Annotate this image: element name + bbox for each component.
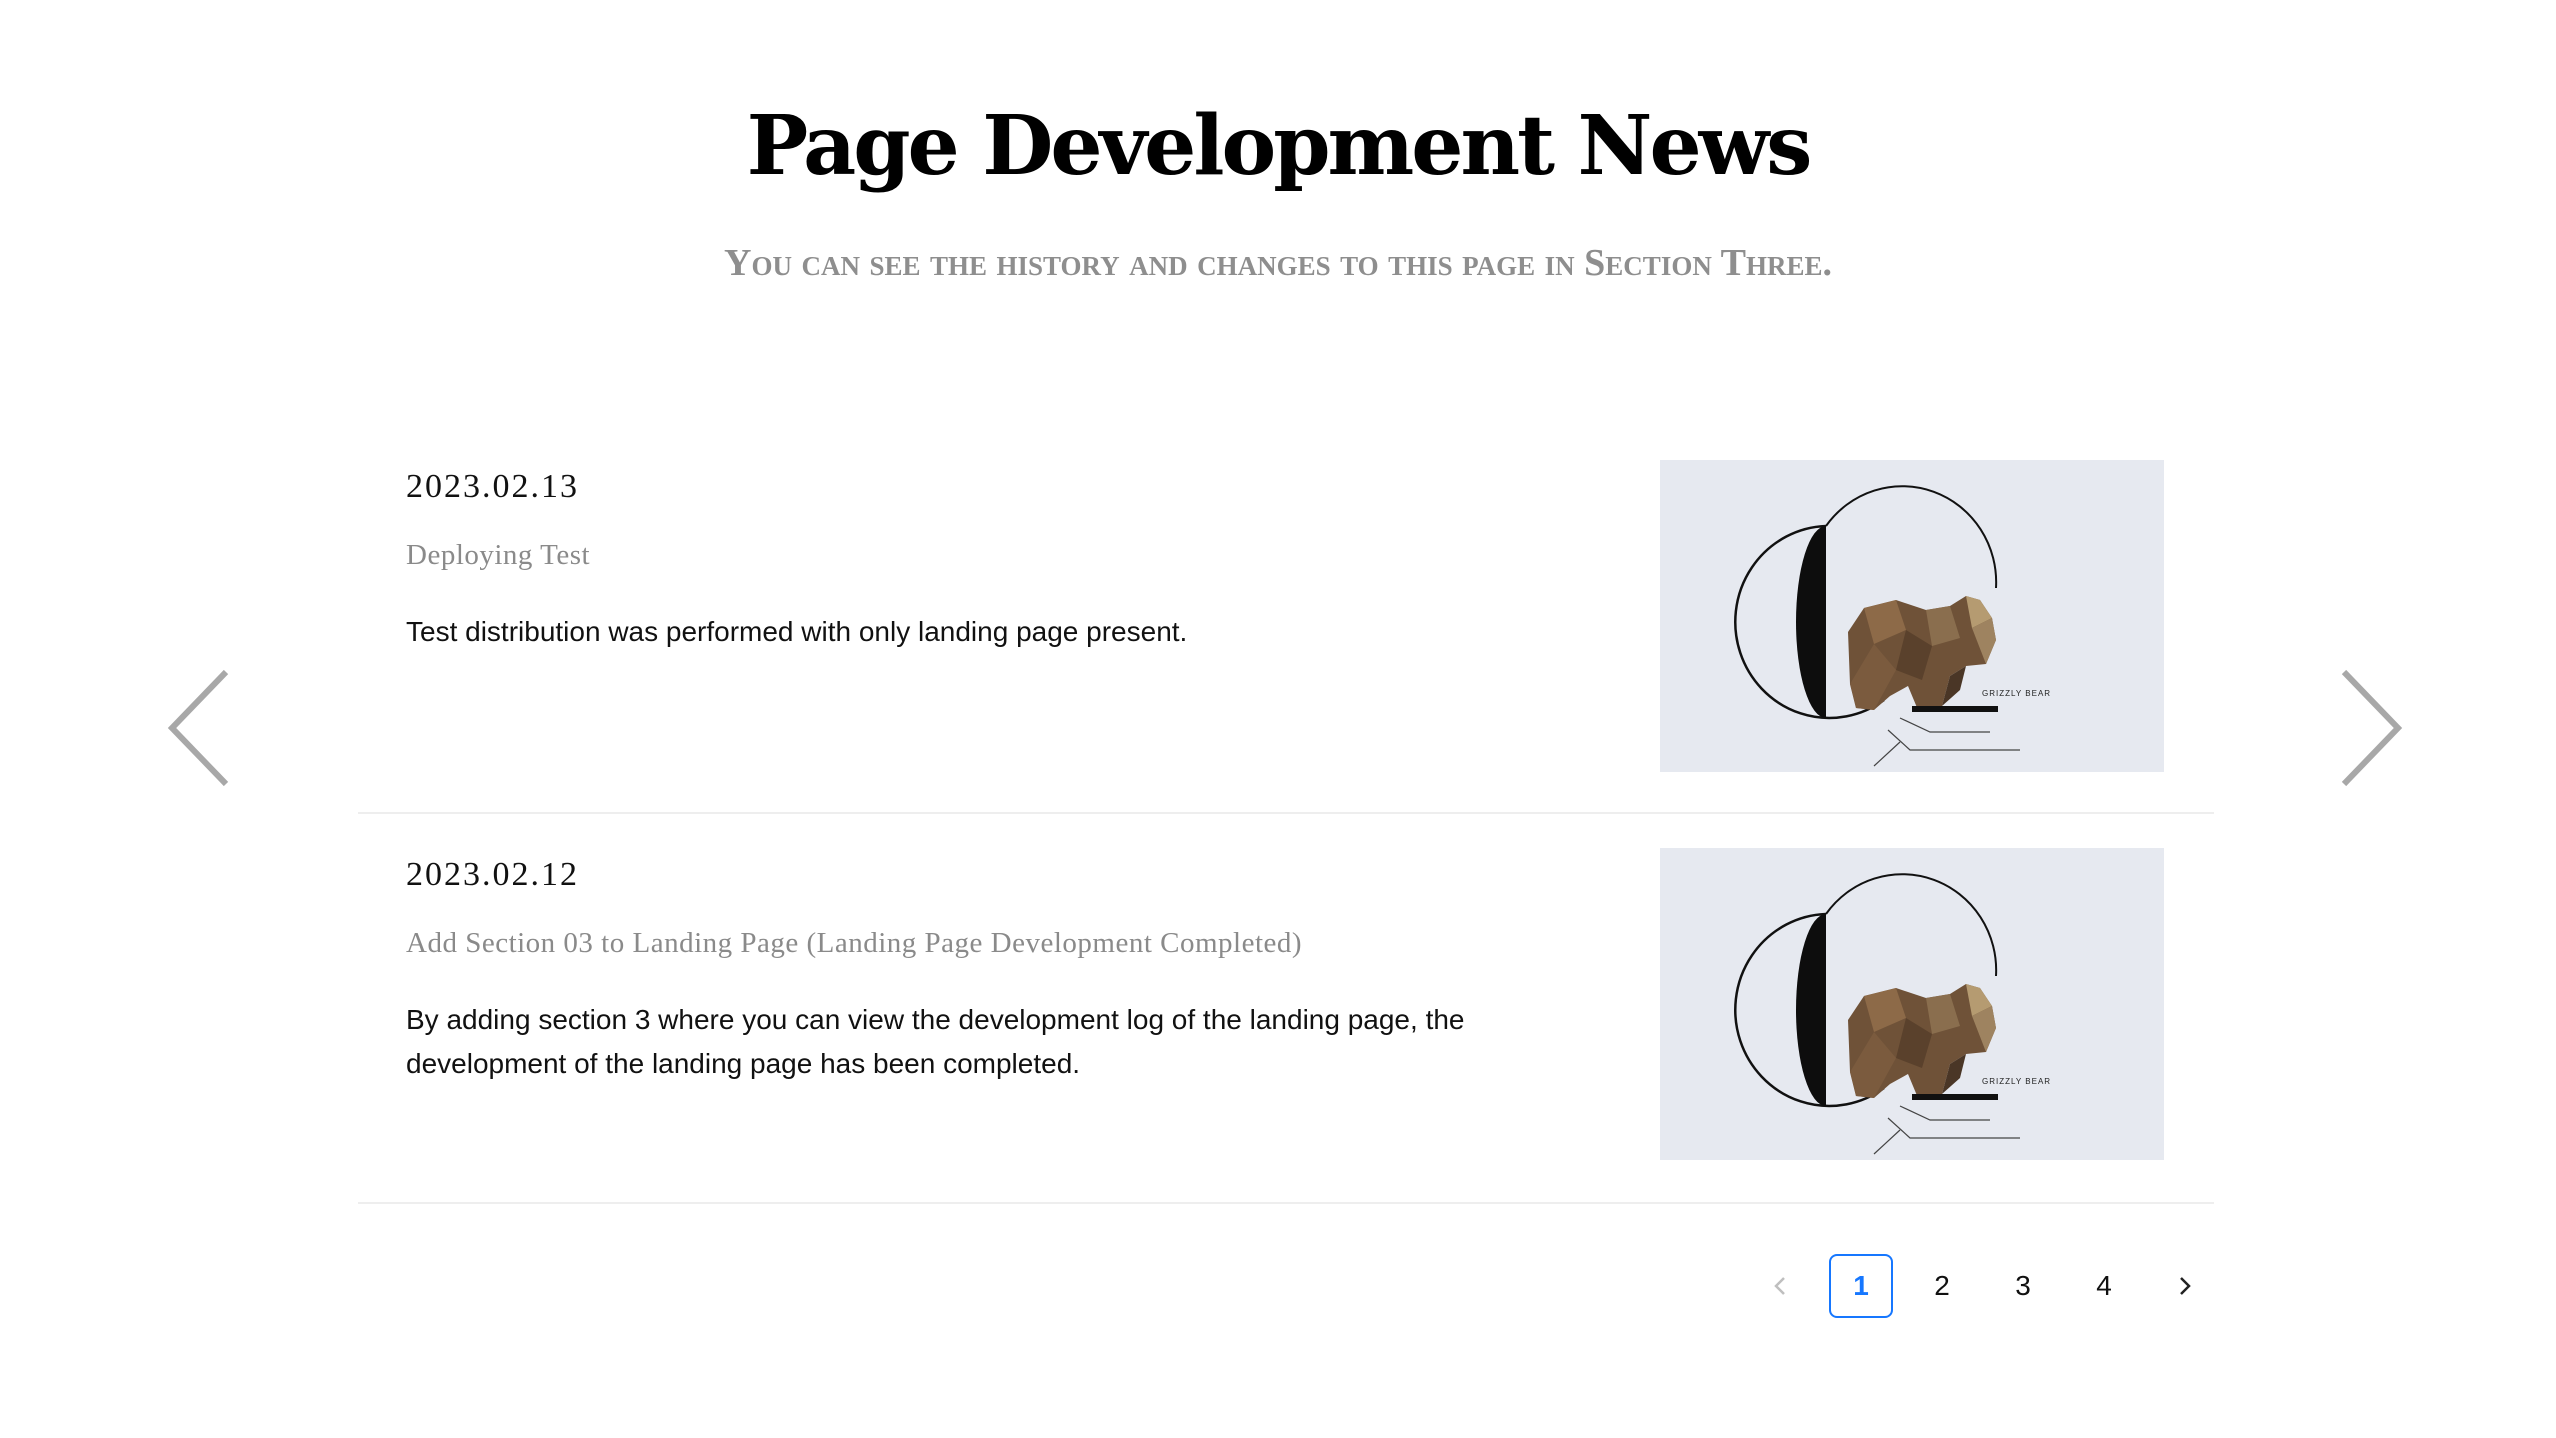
news-thumbnail: GRIZZLY BEAR (1660, 848, 2164, 1160)
news-headline: Add Section 03 to Landing Page (Landing … (406, 927, 1303, 959)
logo-caption: GRIZZLY BEAR (1982, 1077, 2051, 1086)
news-headline: Deploying Test (406, 539, 591, 571)
news-list: 2023.02.13 Deploying Test Test distribut… (358, 426, 2214, 1204)
grizzly-bear-logo: GRIZZLY BEAR (1734, 873, 2051, 1155)
news-date: 2023.02.12 (406, 856, 579, 893)
carousel-next-button[interactable] (2336, 666, 2406, 790)
news-date: 2023.02.13 (406, 468, 579, 505)
news-body: By adding section 3 where you can view t… (406, 1004, 1465, 1079)
page-subtitle: You can see the history and changes to t… (724, 242, 1832, 284)
pagination-next-button[interactable] (2153, 1254, 2217, 1318)
chevron-right-icon (2180, 1277, 2191, 1295)
page-button-2[interactable]: 2 (1910, 1254, 1974, 1318)
pagination-prev-button[interactable] (1748, 1254, 1812, 1318)
pagination: 1 2 3 4 (1748, 1254, 2234, 1318)
page-button-4[interactable]: 4 (2072, 1254, 2136, 1318)
news-item[interactable]: 2023.02.12 Add Section 03 to Landing Pag… (358, 814, 2214, 1204)
chevron-left-icon (167, 669, 229, 787)
page-title: Page Development News (746, 98, 1813, 194)
page-button-1[interactable]: 1 (1829, 1254, 1893, 1318)
carousel-prev-button[interactable] (164, 666, 234, 790)
grizzly-bear-logo: GRIZZLY BEAR (1734, 485, 2051, 767)
logo-caption: GRIZZLY BEAR (1982, 689, 2051, 698)
chevron-right-icon (2341, 669, 2403, 787)
news-item[interactable]: 2023.02.13 Deploying Test Test distribut… (358, 426, 2214, 814)
news-body: Test distribution was performed with onl… (406, 616, 1188, 647)
page-button-3[interactable]: 3 (1991, 1254, 2055, 1318)
news-thumbnail: GRIZZLY BEAR (1660, 460, 2164, 772)
chevron-left-icon (1774, 1277, 1785, 1295)
